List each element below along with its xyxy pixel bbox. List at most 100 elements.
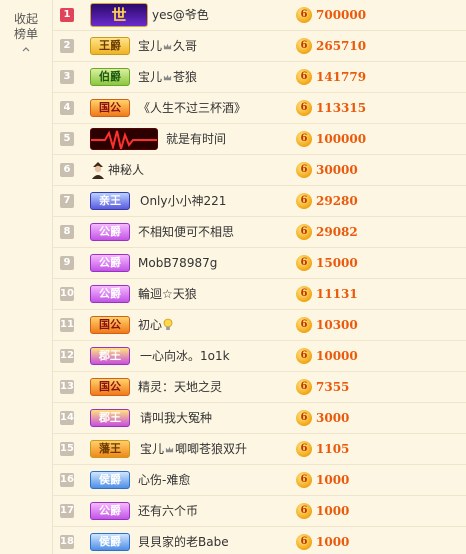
username[interactable]: MobB78987g [138, 248, 217, 278]
coin-icon: 6 [296, 317, 312, 333]
leaderboard-row[interactable]: 18 侯爵 貝貝家的老Babe 6 1000 [52, 527, 466, 554]
rank-badge: 4 [60, 101, 74, 115]
score-value: 10000 [316, 349, 358, 363]
coin-icon: 6 [296, 255, 312, 271]
username-part: 久哥 [173, 39, 198, 53]
username[interactable]: 宝儿 唧唧苍狼双升 [140, 434, 247, 464]
coin-icon: 6 [296, 379, 312, 395]
sidebar: 收起 榜单 [0, 0, 53, 554]
leaderboard-row[interactable]: 11 国公 初心 6 10300 [52, 310, 466, 341]
username[interactable]: 就是有时间 [166, 124, 226, 154]
coin-icon: 6 [296, 503, 312, 519]
coin-icon: 6 [296, 100, 312, 116]
score-value: 141779 [316, 70, 367, 84]
leaderboard-row[interactable]: 14 郡王 请叫我大冤种 6 3000 [52, 403, 466, 434]
score-value: 100000 [316, 132, 367, 146]
score-value: 700000 [316, 8, 367, 22]
username[interactable]: 神秘人 [108, 155, 144, 185]
rank-badge: 11 [60, 318, 74, 332]
rank-badge: 1 [60, 8, 74, 22]
username-part: 宝儿 [138, 39, 163, 53]
coin-icon: 6 [296, 131, 312, 147]
username[interactable]: 不相知便可不相思 [138, 217, 234, 247]
rank-badge: 17 [60, 504, 74, 518]
leaderboard-row[interactable]: 9 公爵 MobB78987g 6 15000 [52, 248, 466, 279]
score-value: 10300 [316, 318, 358, 332]
leaderboard-row[interactable]: 1 世 yes@爷色 6 700000 [52, 0, 466, 31]
title-badge: 公爵 [90, 254, 130, 272]
rank-badge: 18 [60, 535, 74, 549]
title-badge: 国公 [90, 316, 130, 334]
score-value: 113315 [316, 101, 367, 115]
rank-badge: 3 [60, 70, 74, 84]
coin-icon: 6 [296, 193, 312, 209]
leaderboard-row[interactable]: 17 公爵 还有六个币 6 1000 [52, 496, 466, 527]
coin-icon: 6 [296, 348, 312, 364]
chevron-up-icon [22, 47, 30, 52]
score-value: 29280 [316, 194, 358, 208]
username[interactable]: 还有六个币 [138, 496, 198, 526]
title-badge-shi: 世 [90, 3, 148, 27]
coin-icon: 6 [296, 286, 312, 302]
leaderboard-row[interactable]: 7 亲王 Only小小神221 6 29280 [52, 186, 466, 217]
rank-badge: 10 [60, 287, 74, 301]
username[interactable]: 精灵：天地之灵 [138, 372, 222, 402]
username[interactable]: 《人生不过三杯酒》 [138, 93, 246, 123]
leaderboard-row[interactable]: 15 藩王 宝儿 唧唧苍狼双升 6 1105 [52, 434, 466, 465]
coin-icon: 6 [296, 69, 312, 85]
lightbulb-icon [163, 318, 173, 330]
score-value: 7355 [316, 380, 350, 394]
username-text: 初心 [138, 318, 163, 332]
title-badge: 伯爵 [90, 68, 130, 86]
leaderboard-row[interactable]: 6 神秘人 6 30000 [52, 155, 466, 186]
score-value: 1000 [316, 473, 350, 487]
username[interactable]: 心伤-难愈 [138, 465, 190, 495]
title-badge: 公爵 [90, 285, 130, 303]
username[interactable]: yes@爷色 [152, 0, 209, 30]
leaderboard-row[interactable]: 2 王爵 宝儿 久哥 6 265710 [52, 31, 466, 62]
score-value: 15000 [316, 256, 358, 270]
leaderboard-row[interactable]: 3 伯爵 宝儿 苍狼 6 141779 [52, 62, 466, 93]
score-value: 1000 [316, 504, 350, 518]
collapse-leaderboard-button[interactable]: 收起 榜单 [10, 12, 42, 54]
crown-icon [163, 43, 172, 50]
username[interactable]: 初心 [138, 310, 173, 340]
leaderboard-row[interactable]: 13 国公 精灵：天地之灵 6 7355 [52, 372, 466, 403]
title-badge: 郡王 [90, 409, 130, 427]
rank-badge: 14 [60, 411, 74, 425]
leaderboard-row[interactable]: 12 郡王 一心向冰。1o1k 6 10000 [52, 341, 466, 372]
pulse-badge-icon [90, 128, 158, 150]
score-value: 1000 [316, 535, 350, 549]
rank-badge: 13 [60, 380, 74, 394]
rank-badge: 15 [60, 442, 74, 456]
collapse-label-line2: 榜单 [13, 27, 38, 41]
username[interactable]: Only小小神221 [140, 186, 226, 216]
leaderboard-row[interactable]: 8 公爵 不相知便可不相思 6 29082 [52, 217, 466, 248]
collapse-label-line1: 收起 [13, 12, 38, 26]
username[interactable]: 輪迴☆天狼 [138, 279, 197, 309]
leaderboard-row[interactable]: 10 公爵 輪迴☆天狼 6 11131 [52, 279, 466, 310]
crown-icon [163, 74, 172, 81]
username[interactable]: 貝貝家的老Babe [138, 527, 229, 554]
title-badge: 侯爵 [90, 471, 130, 489]
rank-badge: 8 [60, 225, 74, 239]
username[interactable]: 宝儿 久哥 [138, 31, 197, 61]
coin-icon: 6 [296, 410, 312, 426]
title-badge: 国公 [90, 378, 130, 396]
coin-icon: 6 [296, 224, 312, 240]
score-value: 3000 [316, 411, 350, 425]
leaderboard-row[interactable]: 16 侯爵 心伤-难愈 6 1000 [52, 465, 466, 496]
title-badge: 侯爵 [90, 533, 130, 551]
title-badge: 郡王 [90, 347, 130, 365]
rank-badge: 2 [60, 39, 74, 53]
username[interactable]: 请叫我大冤种 [140, 403, 212, 433]
rank-badge: 12 [60, 349, 74, 363]
username[interactable]: 一心向冰。1o1k [140, 341, 230, 371]
title-badge: 国公 [90, 99, 130, 117]
username[interactable]: 宝儿 苍狼 [138, 62, 197, 92]
username-part: 宝儿 [138, 70, 163, 84]
leaderboard-row[interactable]: 4 国公 《人生不过三杯酒》 6 113315 [52, 93, 466, 124]
rank-badge: 7 [60, 194, 74, 208]
title-badge: 王爵 [90, 37, 130, 55]
leaderboard-row[interactable]: 5 就是有时间 6 100000 [52, 124, 466, 155]
